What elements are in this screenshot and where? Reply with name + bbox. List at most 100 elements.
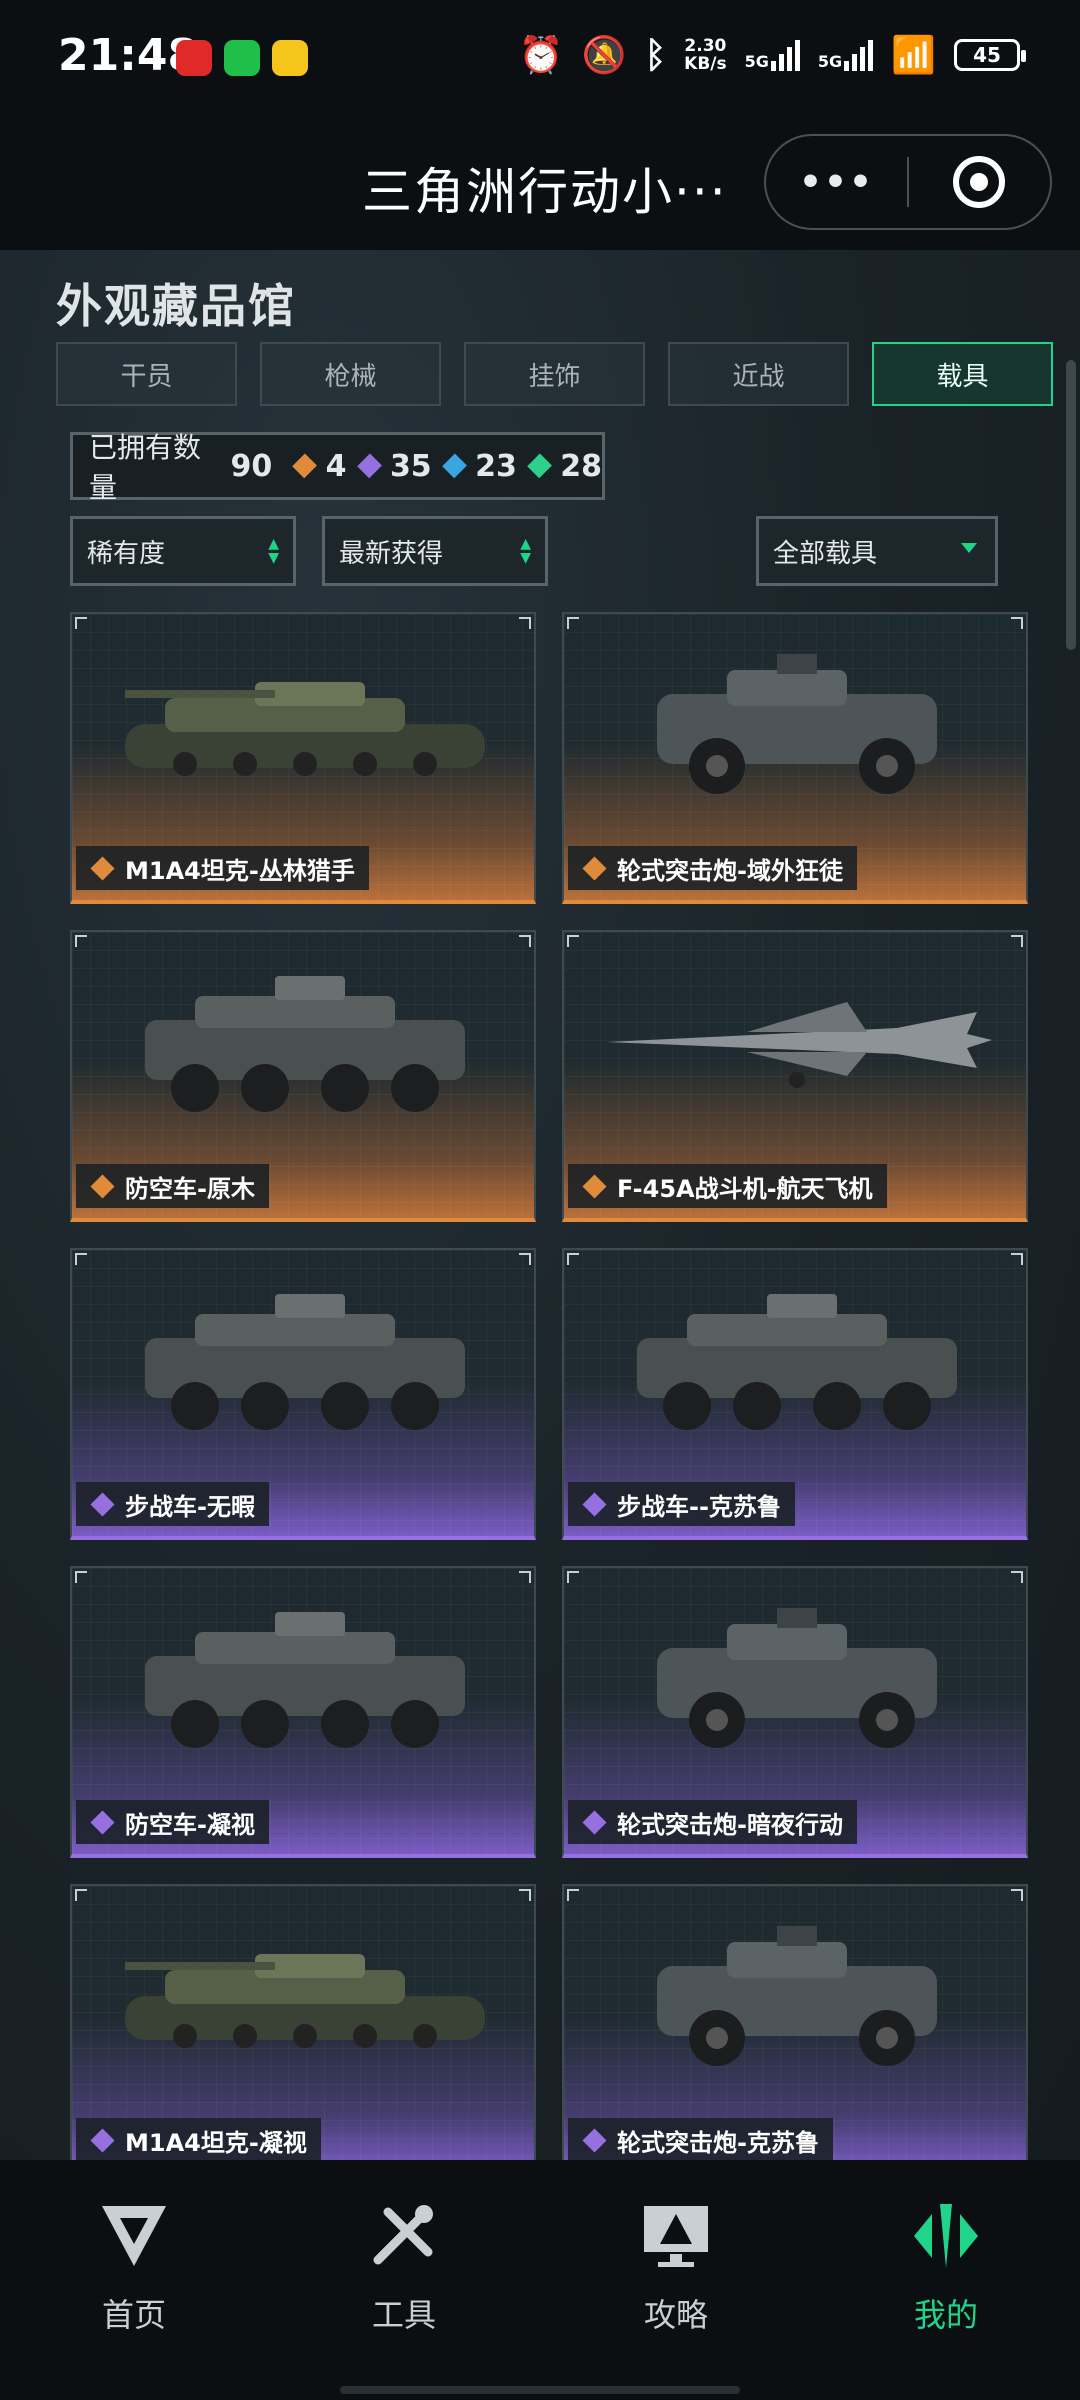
netease-music-icon: [176, 40, 212, 76]
gold-rarity-icon: [90, 1173, 115, 1199]
net-speed: 2.30 KB/s: [684, 36, 727, 74]
sort-select-value: 最新获得: [339, 538, 444, 569]
top-bar: 21:48 ⏰ 🔕 ᛒ 2.30 KB/s 5G 5G 📶 45 三角洲行动小·…: [0, 0, 1080, 250]
owned-count-panel: 已拥有数量 90 4 35 23 28: [70, 431, 605, 504]
card-corner: [567, 1571, 579, 1583]
bluetooth-icon: ᛒ: [644, 34, 667, 76]
green-rarity-icon: [527, 453, 553, 479]
owned-total: 90: [230, 448, 273, 484]
battery-icon: 45: [954, 39, 1026, 71]
vehicle-card[interactable]: M1A4坦克-丛林猎手: [70, 612, 536, 904]
app-seven-icon: [272, 40, 308, 76]
vehicle-name-label: 防空车-原木: [76, 1164, 269, 1208]
vehicle-category-select[interactable]: 全部载具: [756, 516, 998, 586]
vehicle-name: 防空车-凝视: [125, 1810, 255, 1839]
card-corner: [1011, 1889, 1023, 1901]
card-corner: [1011, 935, 1023, 947]
category-tabs: 干员 枪械 挂饰 近战 载具: [56, 342, 1053, 406]
blue-rarity-icon: [441, 453, 467, 479]
close-ring-icon: [953, 156, 1006, 208]
scrollbar[interactable]: [1066, 360, 1076, 650]
vehicle-name-label: 轮式突击炮-暗夜行动: [568, 1800, 857, 1844]
vehicle-card[interactable]: 防空车-凝视: [70, 1566, 536, 1858]
tab-firearms[interactable]: 枪械: [260, 342, 441, 406]
vehicle-card[interactable]: 轮式突击炮-暗夜行动: [562, 1566, 1028, 1858]
nav-guide[interactable]: 攻略: [576, 2200, 776, 2336]
tank-icon: [125, 682, 485, 776]
capsule-menu: •••: [764, 134, 1052, 230]
blue-count: 23: [475, 448, 517, 484]
tab-vehicles[interactable]: 载具: [872, 342, 1053, 406]
home-indicator[interactable]: [340, 2386, 740, 2394]
alarm-icon: ⏰: [518, 35, 564, 76]
card-corner: [1011, 1253, 1023, 1265]
vehicle-name-label: M1A4坦克-丛林猎手: [76, 846, 369, 890]
signal-bars-icon: [770, 39, 800, 71]
vehicle-name-label: 防空车-凝视: [76, 1800, 269, 1844]
vehicle-card[interactable]: 步战车--克苏鲁: [562, 1248, 1028, 1540]
sort-select[interactable]: 最新获得 ▲ ▼: [322, 516, 548, 586]
wechat-icon: [224, 40, 260, 76]
card-corner: [1011, 617, 1023, 629]
sort-updown-icon: ▲ ▼: [268, 536, 279, 566]
purple-rarity-icon: [90, 1491, 115, 1517]
gold-rarity-icon: [90, 855, 115, 881]
tab-operators[interactable]: 干员: [56, 342, 237, 406]
gold-rarity-icon: [582, 855, 607, 881]
vehicle-card[interactable]: 轮式突击炮-域外狂徒: [562, 612, 1028, 904]
close-button[interactable]: [909, 156, 1050, 208]
guide-monitor-icon: [644, 2206, 708, 2267]
card-corner: [519, 935, 531, 947]
delta-logo-icon: [102, 2206, 166, 2266]
vehicle-name-label: 轮式突击炮-克苏鲁: [568, 2118, 833, 2160]
vehicle-name: F-45A战斗机-航天飞机: [617, 1174, 873, 1203]
vehicle-name: M1A4坦克-凝视: [125, 2128, 307, 2157]
tank-icon: [125, 1954, 485, 2048]
chevron-down-icon: [961, 543, 977, 553]
vehicle-card[interactable]: 轮式突击炮-克苏鲁: [562, 1884, 1028, 2160]
vehicle-name: 防空车-原木: [125, 1174, 255, 1203]
vehicle-card[interactable]: M1A4坦克-凝视: [70, 1884, 536, 2160]
vehicle-card[interactable]: 步战车-无暇: [70, 1248, 536, 1540]
vehicle-name-label: F-45A战斗机-航天飞机: [568, 1164, 887, 1208]
vehicle-name: 步战车--克苏鲁: [617, 1492, 781, 1521]
nav-mine[interactable]: 我的: [846, 2200, 1046, 2336]
gold-rarity-icon: [582, 1173, 607, 1199]
vehicle-name-label: 轮式突击炮-域外狂徒: [568, 846, 857, 890]
armored-car-icon: [657, 1608, 937, 1748]
gold-count: 4: [325, 448, 347, 484]
status-bar: 21:48 ⏰ 🔕 ᛒ 2.30 KB/s 5G 5G 📶 45: [0, 0, 1080, 120]
rarity-select-value: 稀有度: [87, 538, 166, 569]
card-corner: [519, 1889, 531, 1901]
signal-1: 5G: [745, 39, 800, 71]
purple-rarity-icon: [90, 1809, 115, 1835]
vehicle-card[interactable]: F-45A战斗机-航天飞机: [562, 930, 1028, 1222]
tools-icon: [373, 2205, 433, 2265]
nav-home[interactable]: 首页: [34, 2200, 234, 2336]
rarity-select[interactable]: 稀有度 ▲ ▼: [70, 516, 296, 586]
card-corner: [567, 1253, 579, 1265]
collection-page[interactable]: 外观藏品馆 干员 枪械 挂饰 近战 载具 已拥有数量 90 4 35 23 28…: [0, 250, 1080, 2160]
owned-label: 已拥有数量: [89, 431, 202, 504]
section-title: 外观藏品馆: [56, 279, 296, 333]
vehicle-name-label: M1A4坦克-凝视: [76, 2118, 321, 2160]
tab-melee[interactable]: 近战: [668, 342, 849, 406]
signal-2: 5G: [818, 39, 874, 71]
card-corner: [567, 1889, 579, 1901]
vehicle-name-label: 步战车--克苏鲁: [568, 1482, 795, 1526]
nav-tools[interactable]: 工具: [304, 2200, 504, 2336]
card-corner: [75, 935, 87, 947]
card-corner: [519, 1571, 531, 1583]
card-corner: [1011, 1571, 1023, 1583]
green-count: 28: [560, 448, 603, 484]
vehicle-card[interactable]: 防空车-原木: [70, 930, 536, 1222]
jet-icon: [607, 1002, 992, 1088]
card-corner: [75, 617, 87, 629]
vehicle-name: M1A4坦克-丛林猎手: [125, 856, 355, 885]
purple-rarity-icon: [582, 2127, 607, 2153]
tab-charms[interactable]: 挂饰: [464, 342, 645, 406]
more-button[interactable]: •••: [766, 162, 907, 203]
bottom-nav: 首页 工具 攻略 我的: [0, 2160, 1080, 2400]
apc-icon: [145, 1294, 465, 1430]
card-corner: [567, 935, 579, 947]
